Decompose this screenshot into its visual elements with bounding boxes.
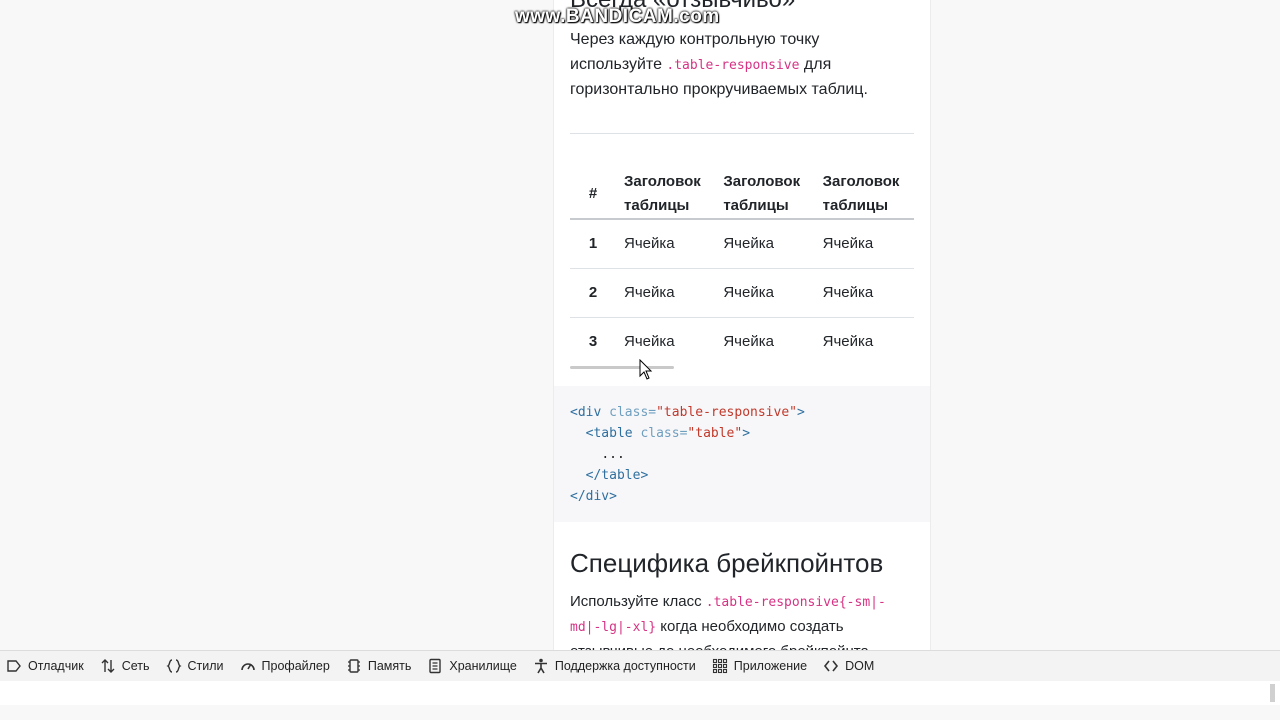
devtools-tab-storage[interactable]: Хранилище — [419, 651, 525, 681]
code-example: <div class="table-responsive"> <table cl… — [554, 386, 930, 522]
row-number-cell: 3 — [588, 333, 598, 351]
section-heading-breakpoints: Специфика брейкпойнтов — [570, 548, 884, 578]
table-cell: Ячейка — [624, 284, 675, 301]
breakpoints-paragraph: Используйте класс .table-responsive{-sm|… — [570, 590, 910, 650]
devtools-tab-label: Сеть — [121, 659, 150, 673]
devtools-tab-label: DOM — [845, 659, 875, 673]
window-bottom-edge — [0, 705, 1280, 720]
table-row: 2 Ячейка Ячейка Ячейка — [570, 268, 914, 317]
table-cell: Ячейка — [723, 284, 774, 301]
table-cell: Ячейка — [822, 333, 874, 351]
devtools-tab-label: Поддержка доступности — [554, 659, 696, 673]
code-line-3: ... — [601, 447, 625, 462]
table-cell: Ячейка — [822, 284, 874, 301]
devtools-tab-profiler[interactable]: Профайлер — [232, 651, 338, 681]
table-cell: Ячейка — [624, 235, 675, 253]
devtools-tab-dom[interactable]: DOM — [815, 651, 882, 681]
dom-icon — [824, 660, 839, 672]
table-cell: Ячейка — [624, 333, 675, 351]
devtools-tab-network[interactable]: Сеть — [92, 651, 158, 681]
inline-code-class: .table-responsive — [666, 57, 800, 73]
devtools-tab-label: Стили — [187, 659, 224, 673]
code-line-1: <div class="table-responsive"> — [570, 405, 805, 420]
docs-page: Всегда «отзывчиво» Через каждую контроль… — [553, 0, 931, 650]
table-header-row: # Заголовок таблицы Заголовок таблицы За… — [570, 133, 914, 219]
devtools-tab-debugger[interactable]: Отладчик — [0, 651, 92, 681]
table-horizontal-scrollbar[interactable] — [570, 366, 674, 369]
table-example: # Заголовок таблицы Заголовок таблицы За… — [570, 133, 914, 377]
devtools-tab-label: Приложение — [733, 659, 808, 673]
table-row: 3 Ячейка Ячейка Ячейка — [570, 317, 914, 366]
table-cell: Ячейка — [822, 235, 874, 253]
responsive-table: # Заголовок таблицы Заголовок таблицы За… — [570, 133, 914, 366]
table-cell: Ячейка — [723, 235, 774, 253]
header-cell: Заголовок таблицы — [723, 173, 801, 214]
intro-paragraph: Через каждую контрольную точку используй… — [570, 28, 900, 103]
devtools-scrollbar[interactable] — [1270, 684, 1275, 702]
storage-icon — [429, 658, 442, 674]
devtools-panel — [0, 681, 1280, 705]
mouse-cursor-icon — [639, 359, 653, 380]
accessibility-icon — [534, 658, 547, 674]
row-number-cell: 2 — [588, 284, 598, 301]
code-line-5: </div> — [570, 489, 617, 504]
code-line-2: <table class="table"> — [585, 426, 751, 441]
code-line-4: </table> — [585, 468, 649, 483]
code-snippet: <div class="table-responsive"> <table cl… — [554, 386, 930, 507]
devtools-tab-application[interactable]: Приложение — [704, 651, 815, 681]
breakpoints-text-before: Используйте класс — [570, 593, 706, 610]
devtools-tab-styles[interactable]: Стили — [158, 651, 232, 681]
devtools-tab-label: Хранилище — [449, 659, 517, 673]
header-cell: Заголовок таблицы — [624, 173, 701, 214]
memory-chip-icon — [347, 659, 360, 673]
gauge-icon — [240, 663, 255, 671]
devtools-tab-memory[interactable]: Память — [338, 651, 420, 681]
braces-icon — [165, 659, 182, 673]
header-cell-number: # — [588, 185, 598, 202]
header-cell: Заголовок таблицы — [822, 173, 900, 214]
row-number-cell: 1 — [588, 235, 598, 253]
devtools-tab-accessibility[interactable]: Поддержка доступности — [525, 651, 704, 681]
bandicam-watermark: www.BANDICAM.com — [515, 6, 720, 27]
devtools-tab-label: Профайлер — [261, 659, 330, 673]
table-row: 1 Ячейка Ячейка Ячейка — [570, 219, 914, 268]
devtools-toolbar: Отладчик Сеть Стили Профайлер Память Хра… — [0, 650, 1280, 682]
debugger-icon — [7, 660, 21, 672]
app-grid-icon — [712, 658, 727, 674]
devtools-tab-label: Отладчик — [28, 659, 84, 673]
network-icon — [101, 659, 115, 673]
table-cell: Ячейка — [723, 333, 774, 351]
devtools-tab-label: Память — [367, 659, 412, 673]
